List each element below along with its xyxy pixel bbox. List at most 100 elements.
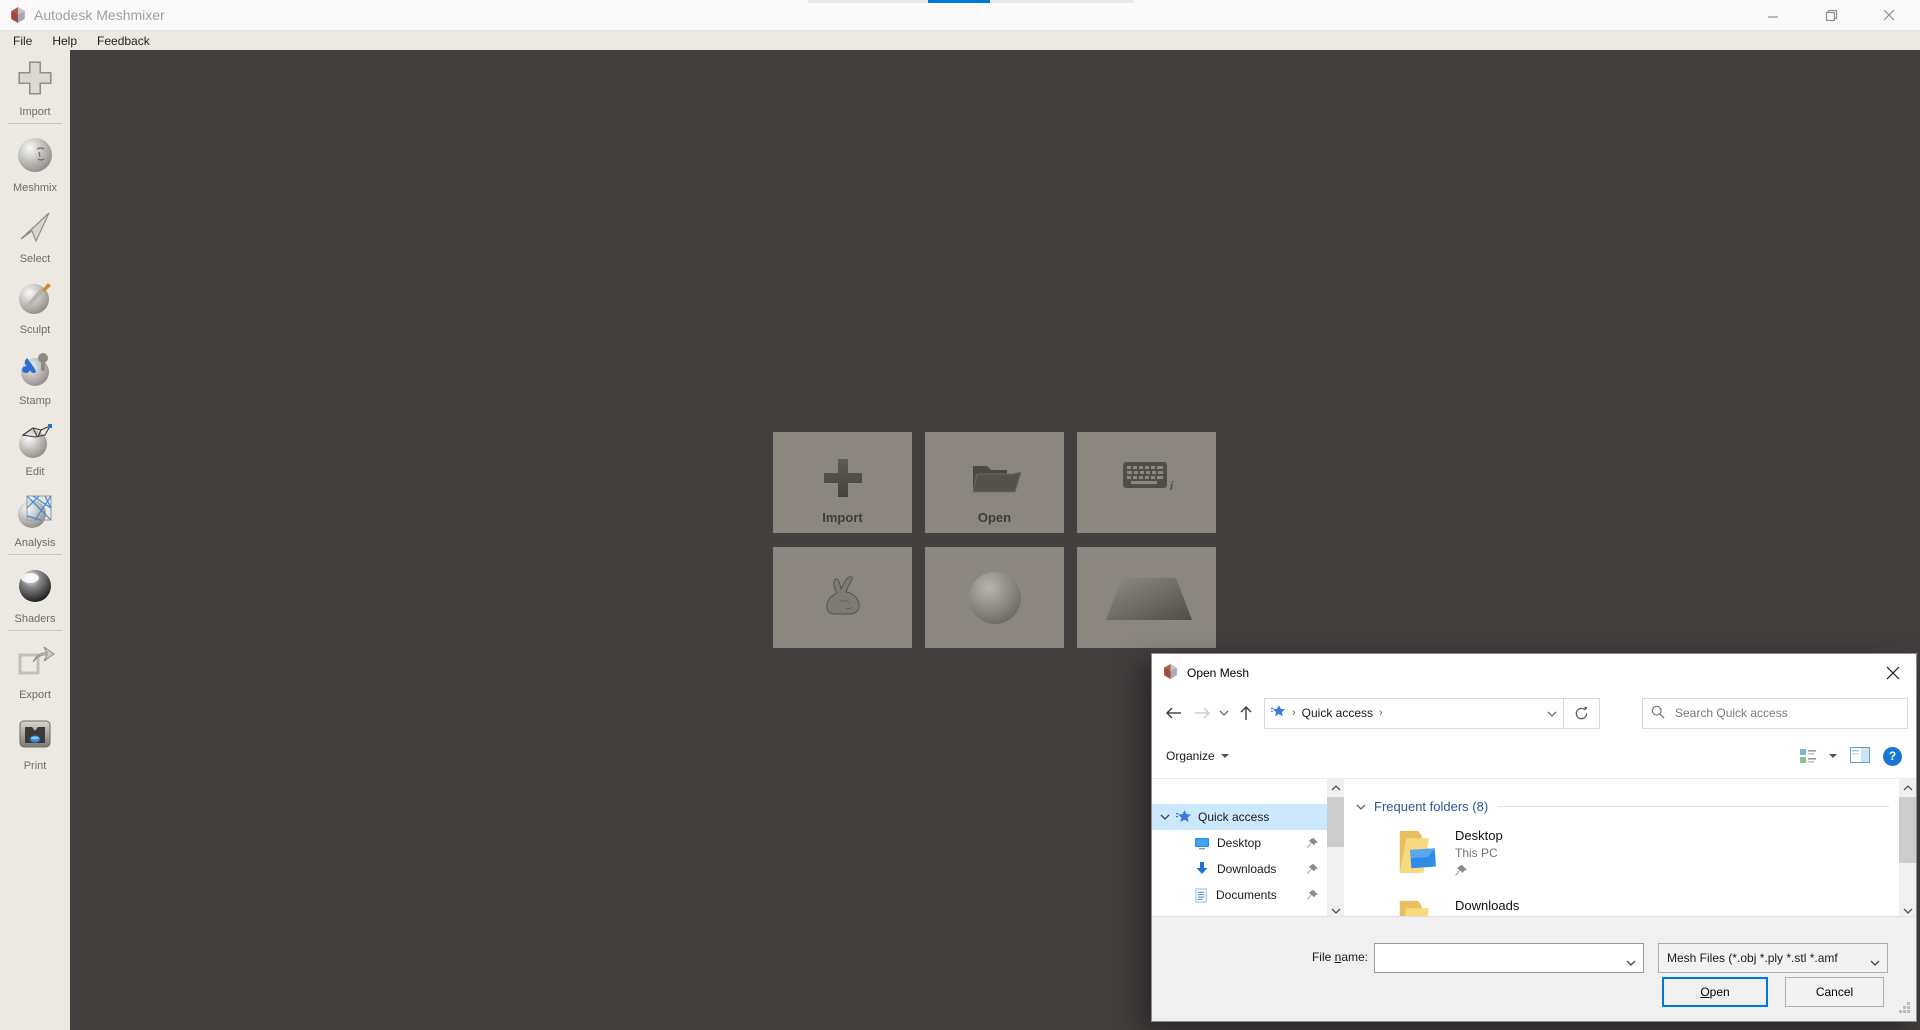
scrollbar-thumb[interactable] (1327, 797, 1344, 847)
cancel-button[interactable]: Cancel (1785, 977, 1884, 1007)
desktop-monitor-icon (1194, 835, 1210, 851)
documents-file-icon (1194, 887, 1209, 903)
tile-sphere[interactable] (925, 547, 1064, 648)
stamp-icon (15, 348, 55, 393)
dialog-title-bar[interactable]: Open Mesh (1152, 654, 1916, 692)
meshmixer-logo-icon (9, 6, 27, 24)
plus-icon (14, 57, 56, 104)
file-name-combobox[interactable] (1374, 943, 1644, 973)
address-dropdown-chevron[interactable] (1547, 706, 1557, 720)
file-name-input[interactable] (1379, 946, 1619, 970)
tree-item-quick-access[interactable]: Quick access (1152, 804, 1327, 830)
view-mode-button[interactable] (1799, 748, 1837, 764)
dialog-logo-icon (1162, 663, 1179, 683)
menu-help[interactable]: Help (42, 34, 87, 48)
tree-item-documents[interactable]: Documents (1152, 882, 1327, 908)
resize-grip[interactable] (1898, 1001, 1911, 1017)
organize-button[interactable]: Organize (1166, 749, 1229, 763)
breadcrumb-chevron: › (1292, 707, 1296, 719)
app-title-bar: Autodesk Meshmixer (0, 0, 1920, 31)
edit-wireframe-icon (15, 419, 55, 464)
sidebar-item-analysis[interactable]: Analysis (0, 481, 70, 552)
group-header[interactable]: Frequent folders (8) (1356, 799, 1899, 814)
sidebar-item-sculpt[interactable]: Sculpt (0, 268, 70, 339)
bunny-model-icon (819, 575, 867, 620)
scroll-up-arrow[interactable] (1899, 779, 1916, 796)
breadcrumb-quick-access[interactable]: Quick access (1302, 706, 1373, 720)
restore-button[interactable] (1802, 0, 1860, 30)
search-input[interactable] (1673, 705, 1899, 721)
plane-model-icon (1092, 568, 1202, 628)
files-scrollbar[interactable] (1899, 779, 1916, 919)
file-type-dropdown[interactable]: Mesh Files (*.obj *.ply *.stl *.amf (1658, 943, 1888, 973)
sidebar-item-select[interactable]: Select (0, 197, 70, 268)
tile-open[interactable]: Open (925, 432, 1064, 533)
dialog-close-button[interactable] (1878, 658, 1908, 688)
forward-button[interactable] (1188, 699, 1216, 727)
desktop-folder-icon (1397, 826, 1439, 880)
sidebar-item-meshmix[interactable]: Meshmix (0, 126, 70, 197)
scrollbar-thumb[interactable] (1899, 797, 1916, 863)
minimize-button[interactable] (1744, 0, 1802, 30)
open-button[interactable]: Open (1662, 977, 1768, 1007)
navigation-tree: Quick access Desktop Downloads Documents (1152, 779, 1327, 919)
tile-shortcuts[interactable]: i (1077, 432, 1216, 533)
file-type-dropdown-chevron (1870, 955, 1880, 969)
close-window-button[interactable] (1860, 0, 1918, 30)
tree-scrollbar[interactable] (1327, 779, 1344, 919)
print-3d-icon (15, 713, 55, 758)
dialog-nav-bar: › Quick access › (1152, 692, 1916, 734)
organize-caret-icon (1220, 754, 1229, 758)
tree-item-desktop[interactable]: Desktop (1152, 830, 1327, 856)
title-progress-bar (808, 0, 1134, 3)
group-collapse-chevron[interactable] (1356, 804, 1366, 810)
import-plus-icon (821, 456, 865, 500)
sculpt-brush-icon (15, 277, 55, 322)
pin-icon (1455, 865, 1503, 880)
pin-icon (1307, 889, 1318, 901)
tile-bunny[interactable] (773, 547, 912, 648)
recent-locations-chevron[interactable] (1216, 699, 1232, 727)
files-pane: Frequent folders (8) Desktop This PC Dow… (1344, 779, 1899, 919)
open-mesh-dialog: Open Mesh › Quick access › Search Quick … (1151, 653, 1917, 1022)
sidebar-separator (8, 123, 62, 124)
shortcut-hint-label: i (1169, 478, 1174, 493)
sphere-model-icon (967, 570, 1023, 626)
refresh-button[interactable] (1564, 697, 1600, 729)
keyboard-icon (1122, 461, 1168, 494)
help-button[interactable]: ? (1883, 746, 1902, 766)
quick-access-star-icon (1176, 809, 1192, 825)
meshmix-sphere-icon (15, 135, 55, 180)
dialog-content: Quick access Desktop Downloads Documents… (1152, 779, 1916, 919)
expander-chevron-icon[interactable] (1160, 814, 1170, 820)
search-box[interactable] (1642, 697, 1908, 729)
up-button[interactable] (1232, 699, 1260, 727)
downloads-arrow-icon (1194, 861, 1210, 877)
scroll-up-arrow[interactable] (1327, 779, 1344, 796)
sidebar-item-print[interactable]: Print (0, 704, 70, 775)
address-bar[interactable]: › Quick access › (1264, 697, 1564, 729)
sidebar-item-shaders[interactable]: Shaders (0, 557, 70, 628)
menu-bar: File Help Feedback (0, 31, 1920, 50)
sidebar-item-edit[interactable]: Edit (0, 410, 70, 481)
preview-pane-button[interactable] (1850, 746, 1870, 766)
window-title: Autodesk Meshmixer (34, 7, 165, 23)
open-folder-icon (969, 458, 1021, 498)
file-name-dropdown-chevron[interactable] (1626, 955, 1636, 969)
back-button[interactable] (1160, 699, 1188, 727)
sidebar-item-import[interactable]: Import (0, 50, 70, 121)
menu-feedback[interactable]: Feedback (87, 34, 160, 48)
sidebar-item-stamp[interactable]: Stamp (0, 339, 70, 410)
quick-access-star-icon (1271, 704, 1286, 722)
analysis-mesh-icon (15, 490, 55, 535)
folder-item-desktop[interactable]: Desktop This PC (1356, 826, 1899, 880)
tile-import[interactable]: Import (773, 432, 912, 533)
tile-plane[interactable] (1077, 547, 1216, 648)
pin-icon (1307, 837, 1318, 849)
tree-item-downloads[interactable]: Downloads (1152, 856, 1327, 882)
menu-file[interactable]: File (3, 34, 42, 48)
sidebar-item-export[interactable]: Export (0, 633, 70, 704)
sidebar-separator (8, 554, 62, 555)
dialog-footer: File name: Mesh Files (*.obj *.ply *.stl… (1152, 916, 1916, 1021)
dialog-toolbar: Organize ? (1152, 734, 1916, 779)
